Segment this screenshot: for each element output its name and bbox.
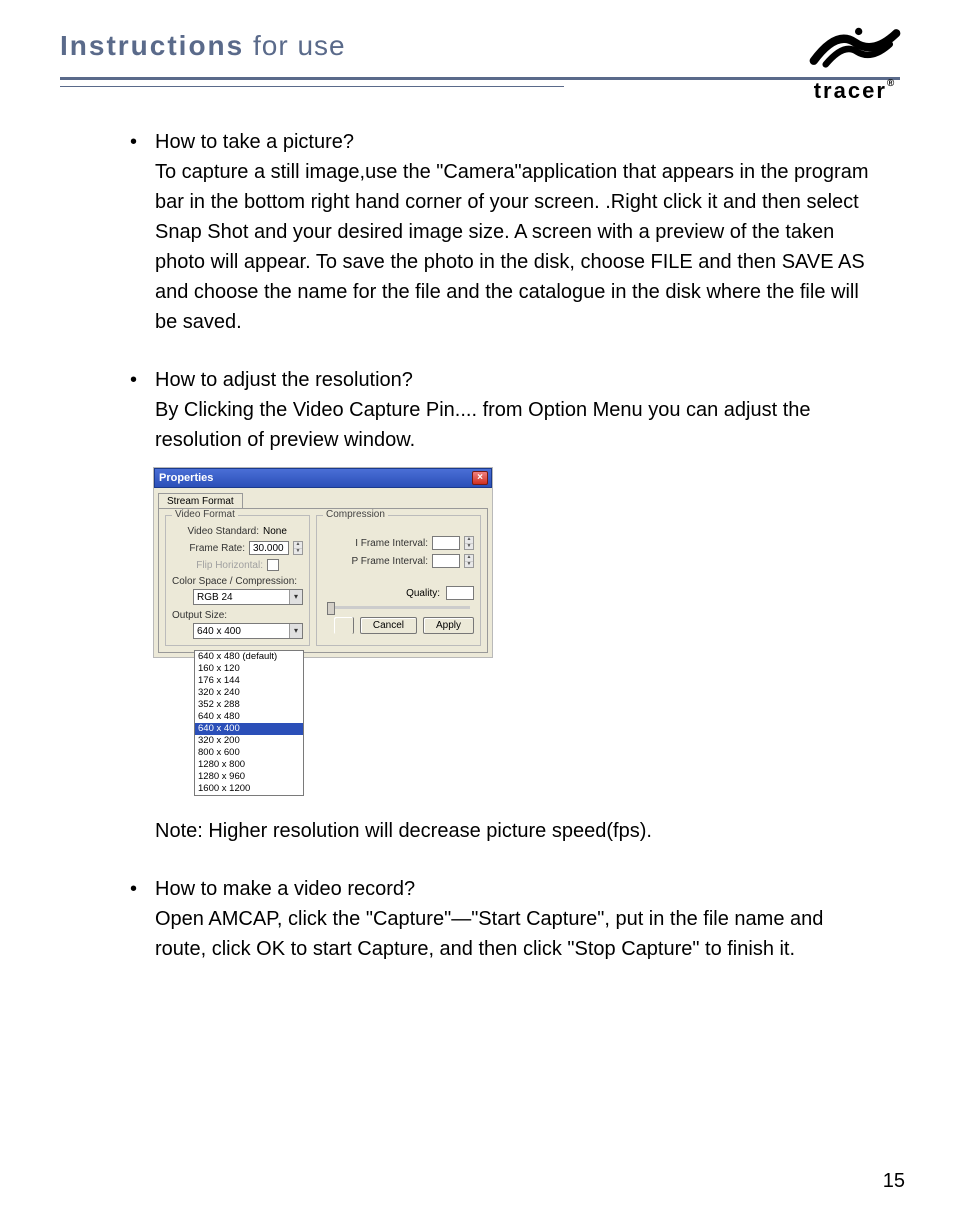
flip-horizontal-label: Flip Horizontal: — [172, 560, 263, 571]
list-item[interactable]: 176 x 144 — [195, 675, 303, 687]
section-note: Note: Higher resolution will decrease pi… — [155, 816, 880, 846]
quality-input[interactable] — [446, 586, 474, 600]
list-item[interactable]: 320 x 200 — [195, 735, 303, 747]
colorspace-combo[interactable]: RGB 24 ▾ — [193, 589, 303, 605]
quality-label: Quality: — [323, 588, 440, 599]
section-body: To capture a still image,use the "Camera… — [155, 157, 880, 337]
section-body: By Clicking the Video Capture Pin.... fr… — [155, 395, 880, 455]
compression-group: Compression I Frame Interval: ▲▼ P Frame… — [316, 515, 481, 646]
list-item[interactable]: 352 x 288 — [195, 699, 303, 711]
section-video-record: • How to make a video record? Open AMCAP… — [130, 874, 880, 964]
properties-dialog: Properties × Stream Format Video Format … — [153, 467, 493, 658]
outputsize-dropdown-list: 640 x 480 (default)160 x 120176 x 144320… — [165, 651, 310, 796]
chevron-down-icon[interactable]: ▾ — [289, 624, 302, 638]
frame-rate-spinner[interactable]: ▲▼ — [293, 541, 303, 555]
quality-slider[interactable] — [327, 606, 470, 609]
page-header: Instructions for use tracer® — [60, 30, 900, 87]
brand-name: tracer® — [800, 78, 910, 104]
ok-button-edge[interactable] — [334, 617, 354, 634]
dialog-panel: Video Format Video Standard: None Frame … — [158, 508, 488, 653]
list-item[interactable]: 800 x 600 — [195, 747, 303, 759]
page-number: 15 — [883, 1170, 905, 1193]
frame-rate-label: Frame Rate: — [172, 543, 245, 554]
group-legend: Compression — [323, 509, 388, 520]
video-standard-value: None — [263, 526, 303, 537]
p-frame-label: P Frame Interval: — [323, 556, 428, 567]
page-content: • How to take a picture? To capture a st… — [60, 127, 900, 964]
header-divider — [60, 77, 900, 87]
section-heading: How to adjust the resolution? — [155, 365, 880, 395]
list-item[interactable]: 1280 x 960 — [195, 771, 303, 783]
list-item[interactable]: 1280 x 800 — [195, 759, 303, 771]
list-item[interactable]: 320 x 240 — [195, 687, 303, 699]
flip-horizontal-checkbox[interactable] — [267, 559, 279, 571]
section-heading: How to make a video record? — [155, 874, 880, 904]
header-title-rest: for use — [244, 30, 345, 61]
brand-logo-icon — [800, 20, 910, 75]
frame-rate-input[interactable]: 30.000 — [249, 541, 289, 555]
chevron-down-icon[interactable]: ▾ — [289, 590, 302, 604]
cancel-button[interactable]: Cancel — [360, 617, 417, 634]
bullet-icon: • — [130, 365, 155, 846]
section-body: Open AMCAP, click the "Capture"—"Start C… — [155, 904, 880, 964]
section-heading: How to take a picture? — [155, 127, 880, 157]
p-frame-spinner[interactable]: ▲▼ — [464, 554, 474, 568]
colorspace-label: Color Space / Compression: — [172, 576, 303, 587]
section-adjust-resolution: • How to adjust the resolution? By Click… — [130, 365, 880, 846]
header-title-bold: Instructions — [60, 30, 244, 61]
group-legend: Video Format — [172, 509, 238, 520]
outputsize-listbox[interactable]: 640 x 480 (default)160 x 120176 x 144320… — [194, 650, 304, 796]
section-take-picture: • How to take a picture? To capture a st… — [130, 127, 880, 337]
list-item[interactable]: 640 x 480 (default) — [195, 651, 303, 663]
i-frame-label: I Frame Interval: — [323, 538, 428, 549]
list-item[interactable]: 640 x 400 — [195, 723, 303, 735]
dialog-title: Properties — [159, 472, 213, 484]
p-frame-input[interactable] — [432, 554, 460, 568]
apply-button[interactable]: Apply — [423, 617, 474, 634]
outputsize-combo[interactable]: 640 x 400 ▾ — [193, 623, 303, 639]
list-item[interactable]: 1600 x 1200 — [195, 783, 303, 795]
dialog-titlebar[interactable]: Properties × — [154, 468, 492, 488]
video-format-group: Video Format Video Standard: None Frame … — [165, 515, 310, 646]
video-standard-label: Video Standard: — [172, 526, 259, 537]
list-item[interactable]: 160 x 120 — [195, 663, 303, 675]
outputsize-label: Output Size: — [172, 610, 303, 621]
header-title: Instructions for use — [60, 30, 900, 77]
bullet-icon: • — [130, 127, 155, 337]
list-item[interactable]: 640 x 480 — [195, 711, 303, 723]
tab-stream-format[interactable]: Stream Format — [158, 493, 243, 509]
bullet-icon: • — [130, 874, 155, 964]
close-icon[interactable]: × — [472, 471, 488, 485]
i-frame-spinner[interactable]: ▲▼ — [464, 536, 474, 550]
i-frame-input[interactable] — [432, 536, 460, 550]
brand-logo: tracer® — [800, 20, 910, 104]
